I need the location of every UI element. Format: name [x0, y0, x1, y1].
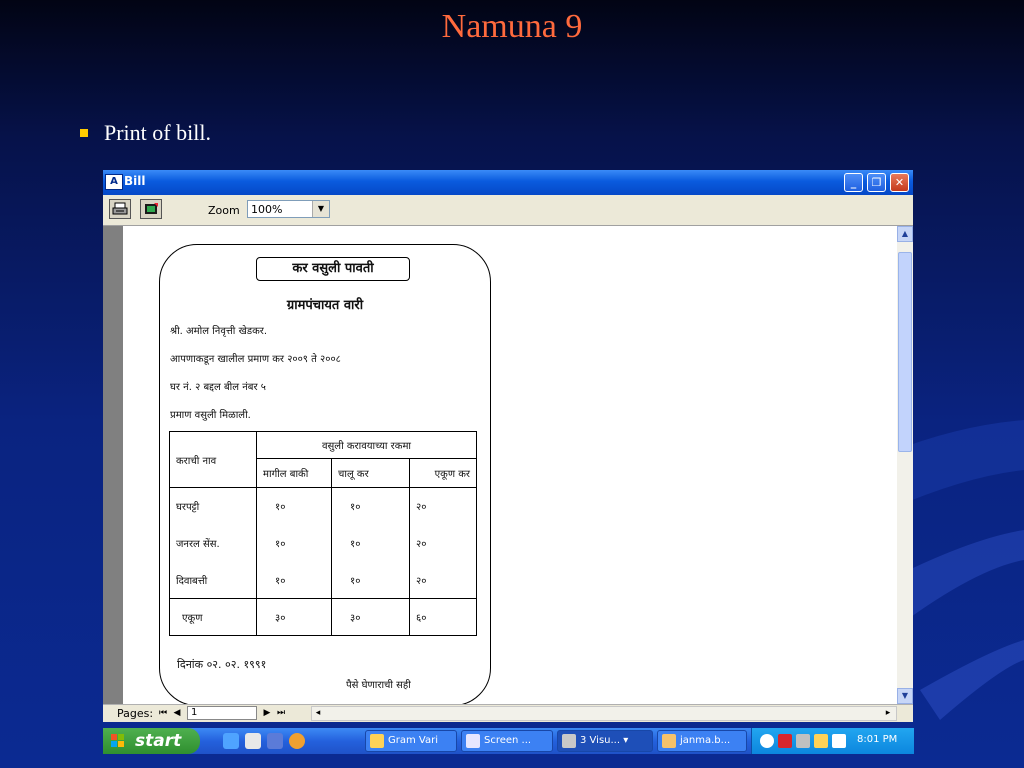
tax-table: कराची नाव वसुली करावयाच्या रकमा मागील बा…: [169, 431, 477, 636]
last-page-icon[interactable]: ⏭: [275, 707, 287, 720]
taskbar-clock: 8:01 PM: [857, 734, 898, 745]
start-label: start: [135, 731, 182, 751]
visual-studio-icon: [562, 734, 576, 748]
messenger-tray-icon[interactable]: [814, 734, 828, 748]
zoom-select[interactable]: 100% ▼: [247, 200, 330, 218]
restore-button[interactable]: ❐: [867, 173, 886, 192]
window-titlebar[interactable]: A Bill _ ❐ ✕: [103, 170, 913, 195]
volume-tray-icon[interactable]: [832, 734, 846, 748]
bill-window: A Bill _ ❐ ✕ Zoom 100% ▼ कर वसुली पावती …: [103, 170, 913, 722]
page-margin-gutter: [103, 226, 123, 704]
pages-label: Pages:: [117, 707, 154, 720]
table-row: दिवाबत्ती १० १० २०: [169, 561, 477, 599]
app-access-icon: A: [105, 174, 123, 190]
receipt-signature-label: पैसे घेणाराची सही: [346, 680, 411, 691]
slide-title: Namuna 9: [441, 8, 583, 45]
next-page-icon[interactable]: ▶: [261, 707, 273, 720]
table-row: घरपट्टी १० १० २०: [169, 487, 477, 525]
receipt-line-period: आपणाकडून खालील प्रमाण कर २००९ ते २००८: [170, 354, 341, 365]
scroll-right-icon[interactable]: ▸: [882, 707, 894, 720]
zoom-label: Zoom: [208, 204, 240, 217]
antivirus-tray-icon[interactable]: [778, 734, 792, 748]
taskbar-item-janma[interactable]: janma.b...: [657, 730, 747, 752]
print-preview-toolbar: Zoom 100% ▼: [103, 195, 913, 226]
scroll-down-icon[interactable]: ▼: [897, 688, 913, 704]
zoom-value: 100%: [251, 203, 283, 216]
close-button[interactable]: ✕: [890, 173, 909, 192]
table-group-header: वसुली करावयाच्या रकमा: [256, 431, 477, 459]
export-button[interactable]: [140, 199, 162, 219]
chevron-down-icon[interactable]: ▼: [312, 201, 329, 217]
horizontal-scrollbar[interactable]: ◂ ▸: [311, 706, 897, 721]
system-tray: 8:01 PM: [751, 728, 914, 754]
scroll-up-icon[interactable]: ▲: [897, 226, 913, 242]
receipt-line-name: श्री. अमोल निवृत्ती खेडकर.: [170, 326, 268, 337]
scroll-thumb[interactable]: [898, 252, 912, 452]
scroll-left-icon[interactable]: ◂: [312, 707, 324, 720]
table-row: जनरल सेंस. १० १० २०: [169, 524, 477, 562]
tax-receipt: कर वसुली पावती ग्रामपंचायत वारी श्री. अम…: [159, 244, 491, 704]
taskbar-item-screen[interactable]: Screen ...: [461, 730, 553, 752]
network-tray-icon[interactable]: [796, 734, 810, 748]
table-header-total: एकूण कर: [409, 458, 477, 488]
ie-quicklaunch-icon[interactable]: [223, 733, 239, 749]
page-number-input[interactable]: 1: [187, 706, 257, 720]
media-quicklaunch-icon[interactable]: [289, 733, 305, 749]
taskbar-item-gram-vari[interactable]: Gram Vari: [365, 730, 457, 752]
tray-expand-icon[interactable]: [760, 734, 774, 748]
receipt-subtitle: ग्रामपंचायत वारी: [286, 298, 364, 313]
first-page-icon[interactable]: ⏮: [157, 707, 169, 720]
receipt-date: दिनांक ०२. ०२. १९९१: [177, 658, 267, 671]
table-header-tax-name: कराची नाव: [169, 431, 257, 488]
table-header-current: चालू कर: [331, 458, 410, 488]
taskbar-item-visual-studio[interactable]: 3 Visu... ▾: [557, 730, 653, 752]
window-title: Bill: [124, 174, 146, 188]
bullet-square-icon: [80, 129, 88, 137]
table-total-row: एकूण ३० ३० ६०: [169, 598, 477, 636]
receipt-line-house: घर नं. २ बद्दल बील नंबर ५: [170, 382, 266, 393]
word-doc-icon: [466, 734, 480, 748]
bullet-item: Print of bill.: [80, 120, 211, 146]
bullet-text: Print of bill.: [104, 120, 211, 145]
previous-page-icon[interactable]: ◀: [171, 707, 183, 720]
receipt-title: कर वसुली पावती: [256, 257, 410, 281]
access-db-icon: [662, 734, 676, 748]
record-navigation-bar: Pages: ⏮ ◀ 1 ▶ ⏭ ◂ ▸: [103, 704, 913, 722]
visual-studio-quicklaunch-icon[interactable]: [245, 733, 261, 749]
printer-icon: [112, 202, 128, 215]
folder-icon: [370, 734, 384, 748]
start-button[interactable]: start: [103, 728, 200, 754]
receipt-line-received: प्रमाण वसुली मिळाली.: [170, 410, 251, 421]
export-icon: [145, 203, 158, 214]
app-quicklaunch-icon[interactable]: [267, 733, 283, 749]
print-button[interactable]: [109, 199, 131, 219]
table-header-previous: मागील बाकी: [256, 458, 332, 488]
windows-flag-icon: [111, 734, 124, 747]
minimize-button[interactable]: _: [844, 173, 863, 192]
vertical-scrollbar[interactable]: ▲ ▼: [897, 226, 913, 704]
windows-taskbar: start Gram Vari Screen ... 3 Visu... ▾ j…: [103, 728, 914, 754]
report-viewport: कर वसुली पावती ग्रामपंचायत वारी श्री. अम…: [103, 226, 897, 704]
